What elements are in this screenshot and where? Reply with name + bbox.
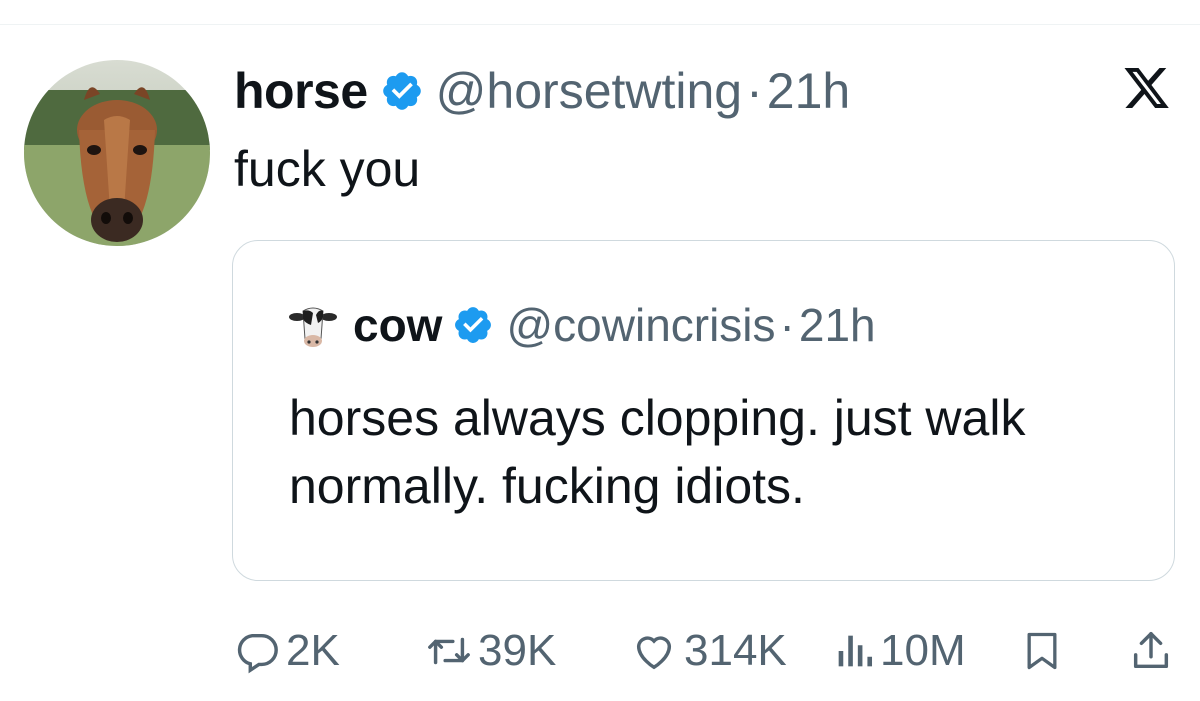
views-count: 10M [880,626,966,675]
bookmark-button[interactable] [1020,618,1064,684]
verified-badge-icon[interactable] [380,69,424,113]
share-icon [1128,628,1174,674]
reply-icon [234,628,280,674]
views-icon [834,628,874,674]
author-display-name[interactable]: horse [234,62,368,120]
reply-button[interactable]: 2K [234,618,340,684]
reply-count: 2K [286,626,340,675]
separator-dot: · [746,63,763,119]
divider [0,24,1200,25]
tweet-header: horse @horsetwting · 21h [234,58,850,124]
share-button[interactable] [1128,618,1174,684]
author-handle[interactable]: @horsetwting [436,62,742,120]
quoted-tweet-text: horses always clopping. just walk normal… [289,390,1026,514]
heart-icon [630,628,678,674]
x-logo-icon[interactable] [1123,68,1171,112]
quoted-tweet-card[interactable]: cow @cowincrisis · 21h horses always clo… [232,240,1175,581]
repost-icon [426,628,472,674]
cow-avatar-icon[interactable] [287,299,339,351]
quoted-author-display-name[interactable]: cow [353,298,442,352]
action-bar: 2K 39K 314K 10M [234,618,1180,684]
quoted-separator-dot: · [779,299,795,351]
quoted-author-handle[interactable]: @cowincrisis [506,298,775,352]
like-count: 314K [684,626,787,675]
quoted-tweet-timestamp[interactable]: 21h [799,298,876,352]
repost-button[interactable]: 39K [426,618,556,684]
quoted-verified-badge-icon[interactable] [452,304,494,346]
bookmark-icon [1020,628,1064,674]
tweet-timestamp[interactable]: 21h [767,62,850,120]
like-button[interactable]: 314K [630,618,787,684]
tweet-text: fuck you [234,141,421,197]
views-button[interactable]: 10M [834,618,966,684]
horse-avatar-icon[interactable] [24,60,210,246]
quoted-tweet-header: cow @cowincrisis · 21h [287,293,876,357]
repost-count: 39K [478,626,557,675]
tweet-screenshot: horse @horsetwting · 21h fuck you cow @c… [0,0,1200,701]
